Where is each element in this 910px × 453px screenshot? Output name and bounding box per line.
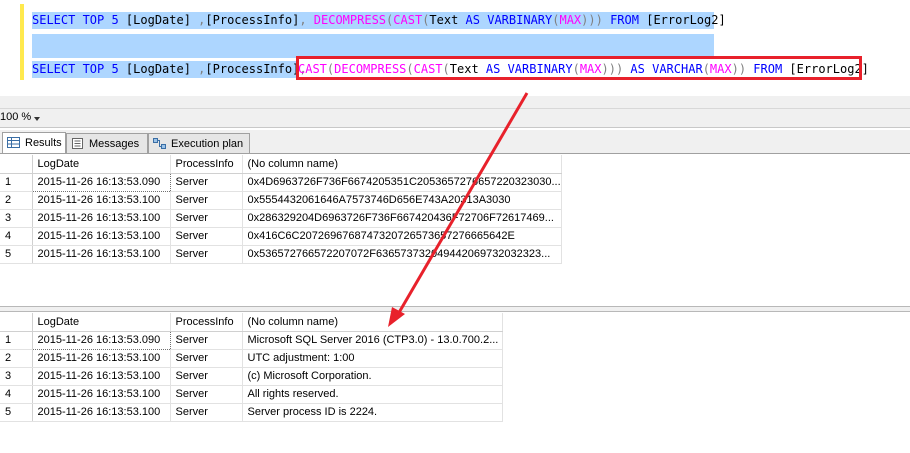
table-cell[interactable]: 2015-11-26 16:13:53.100 <box>32 191 171 210</box>
code-token: [LogDate] <box>125 62 199 76</box>
query-editor[interactable]: SELECT TOP 5 [LogDate] ,[ProcessInfo], D… <box>0 0 910 108</box>
code-token: ))) <box>581 13 603 27</box>
grid-icon <box>7 137 20 148</box>
code-token: SELECT TOP 5 <box>32 13 126 27</box>
row-number[interactable]: 3 <box>0 209 33 228</box>
table-cell[interactable]: (c) Microsoft Corporation. <box>242 367 503 386</box>
messages-icon <box>72 138 83 149</box>
table-cell[interactable]: Server <box>170 191 243 210</box>
editor-horizontal-scrollbar[interactable] <box>0 96 910 108</box>
chevron-down-icon[interactable] <box>34 117 40 121</box>
table-row[interactable]: 2 2015-11-26 16:13:53.100 Server UTC adj… <box>0 349 503 368</box>
table-cell[interactable]: 2015-11-26 16:13:53.090 <box>31 172 171 192</box>
code-token: [ErrorLog2] <box>646 13 726 27</box>
zoom-bar: 100 % <box>0 108 910 128</box>
row-header-corner[interactable] <box>0 155 33 174</box>
table-cell[interactable]: 0x286329204D6963726F736F667420436F72706F… <box>242 209 562 228</box>
table-row[interactable]: 3 2015-11-26 16:13:53.100 Server 0x28632… <box>0 209 562 228</box>
table-cell[interactable]: All rights reserved. <box>242 385 503 404</box>
table-cell[interactable]: 2015-11-26 16:13:53.100 <box>32 403 171 422</box>
zoom-select[interactable]: 100 % <box>0 111 31 123</box>
table-cell[interactable]: 0x5554432061646A7573746D656E743A20313A30… <box>242 191 562 210</box>
table-cell[interactable]: Microsoft SQL Server 2016 (CTP3.0) - 13.… <box>242 331 503 350</box>
column-header[interactable]: ProcessInfo <box>170 155 243 174</box>
column-header[interactable]: ProcessInfo <box>170 313 243 332</box>
row-number[interactable]: 3 <box>0 367 33 386</box>
results-pane-splitter[interactable] <box>0 306 910 312</box>
row-number[interactable]: 4 <box>0 385 33 404</box>
grid-header-row: LogDate ProcessInfo (No column name) <box>0 313 503 332</box>
results-tabs: Results Messages Execution plan <box>0 130 910 154</box>
column-header[interactable]: (No column name) <box>242 313 503 332</box>
table-cell[interactable]: 2015-11-26 16:13:53.100 <box>32 209 171 228</box>
table-cell[interactable]: 2015-11-26 16:13:53.100 <box>32 245 171 264</box>
row-header-corner[interactable] <box>0 313 33 332</box>
table-cell[interactable]: Server <box>170 245 243 264</box>
table-cell[interactable]: Server <box>170 367 243 386</box>
table-row[interactable]: 4 2015-11-26 16:13:53.100 Server All rig… <box>0 385 503 404</box>
column-header[interactable]: LogDate <box>32 313 171 332</box>
row-number[interactable]: 1 <box>0 173 33 192</box>
change-marker <box>20 4 24 80</box>
tab-label: Messages <box>89 138 140 150</box>
table-cell[interactable]: Server <box>170 403 243 422</box>
code-token: [ProcessInfo] <box>205 13 300 27</box>
table-cell[interactable]: 2015-11-26 16:13:53.100 <box>32 349 171 368</box>
table-cell[interactable]: 0x4D6963726F736F6674205351C2053657276657… <box>242 173 562 192</box>
table-cell[interactable]: Server <box>170 227 243 246</box>
table-cell[interactable]: Server <box>170 173 243 192</box>
row-number[interactable]: 4 <box>0 227 33 246</box>
tab-execution-plan[interactable]: Execution plan <box>148 133 250 153</box>
tab-messages[interactable]: Messages <box>66 133 148 153</box>
table-row[interactable]: 4 2015-11-26 16:13:53.100 Server 0x416C6… <box>0 227 562 246</box>
execution-plan-icon <box>153 138 166 149</box>
code-line-1[interactable]: SELECT TOP 5 [LogDate] ,[ProcessInfo], D… <box>32 12 726 29</box>
code-token: [ProcessInfo] <box>205 62 300 76</box>
table-row[interactable]: 1 2015-11-26 16:13:53.090 Server 0x4D696… <box>0 172 562 192</box>
row-number[interactable]: 5 <box>0 245 33 264</box>
table-cell[interactable]: Server <box>170 209 243 228</box>
code-token: DECOMPRESS <box>306 13 387 27</box>
tab-results[interactable]: Results <box>2 132 66 153</box>
code-token: AS VARBINARY <box>465 13 553 27</box>
code-token: CAST <box>393 13 423 27</box>
table-row[interactable]: 2 2015-11-26 16:13:53.100 Server 0x55544… <box>0 191 562 210</box>
table-cell[interactable]: Server <box>170 331 243 350</box>
code-token: Text <box>429 13 466 27</box>
table-cell[interactable]: 2015-11-26 16:13:53.090 <box>31 330 171 350</box>
grid-header-row: LogDate ProcessInfo (No column name) <box>0 155 562 174</box>
code-line-3[interactable]: SELECT TOP 5 [LogDate] ,[ProcessInfo], <box>32 61 307 78</box>
tab-label: Execution plan <box>171 138 244 150</box>
table-cell[interactable]: 2015-11-26 16:13:53.100 <box>32 227 171 246</box>
annotation-highlight-box <box>296 56 862 80</box>
table-row[interactable]: 1 2015-11-26 16:13:53.090 Server Microso… <box>0 330 503 350</box>
table-row[interactable]: 5 2015-11-26 16:13:53.100 Server Server … <box>0 403 503 422</box>
table-cell[interactable]: UTC adjustment: 1:00 <box>242 349 503 368</box>
row-number[interactable]: 2 <box>0 349 33 368</box>
row-number[interactable]: 2 <box>0 191 33 210</box>
table-cell[interactable]: Server process ID is 2224. <box>242 403 503 422</box>
table-cell[interactable]: Server <box>170 385 243 404</box>
results-grid-1: LogDate ProcessInfo (No column name) 1 2… <box>0 155 562 264</box>
column-header[interactable]: (No column name) <box>242 155 562 174</box>
code-token: [LogDate] <box>125 13 199 27</box>
table-cell[interactable]: Server <box>170 349 243 368</box>
code-token: MAX <box>559 13 582 27</box>
table-cell[interactable]: 2015-11-26 16:13:53.100 <box>32 367 171 386</box>
code-line-2[interactable] <box>32 34 714 58</box>
code-token: , <box>299 13 307 27</box>
row-number[interactable]: 1 <box>0 331 33 350</box>
code-token: SELECT TOP 5 <box>32 62 126 76</box>
table-cell[interactable]: 0x416C6C20726967687473207265736572766656… <box>242 227 562 246</box>
table-cell[interactable]: 0x536572766572207072F6365737320494420697… <box>242 245 562 264</box>
row-number[interactable]: 5 <box>0 403 33 422</box>
table-row[interactable]: 3 2015-11-26 16:13:53.100 Server (c) Mic… <box>0 367 503 386</box>
column-header[interactable]: LogDate <box>32 155 171 174</box>
tab-label: Results <box>25 137 62 149</box>
table-row[interactable]: 5 2015-11-26 16:13:53.100 Server 0x53657… <box>0 245 562 264</box>
table-cell[interactable]: 2015-11-26 16:13:53.100 <box>32 385 171 404</box>
code-token: FROM <box>602 13 647 27</box>
results-grid-2: LogDate ProcessInfo (No column name) 1 2… <box>0 313 503 422</box>
